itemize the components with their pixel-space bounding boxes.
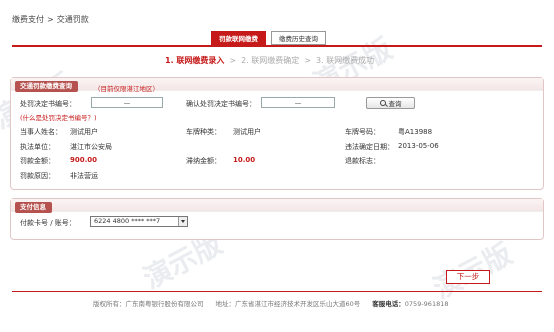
plate-no-value: 粤A13988	[398, 128, 433, 136]
panel-title: 支付信息	[15, 202, 52, 213]
vehicle-type-value: 测试用户	[233, 128, 261, 136]
breadcrumb-current: 交通罚款	[56, 15, 89, 24]
step-1: 1. 联网缴费录入	[165, 56, 225, 65]
header-divider	[12, 45, 542, 47]
card-no-label: 付款卡号 / 账号：	[20, 219, 76, 227]
refund-flag-label: 退款标志：	[345, 157, 380, 165]
penalty-query-panel: 交通罚款缴费查询 （目前仅限湛江地区） 处罚决定书编号： 确认处罚决定书编号： …	[10, 77, 544, 190]
chevron-down-icon[interactable]	[178, 217, 187, 226]
late-fee-value: 10.00	[233, 156, 256, 164]
panel-title: 交通罚款缴费查询	[15, 81, 78, 92]
step-arrow: >	[304, 56, 311, 65]
violation-date-label: 违法确定日期：	[345, 143, 394, 151]
breadcrumb-separator: >	[47, 15, 54, 24]
vehicle-type-label: 车牌种类：	[186, 128, 221, 136]
late-fee-label: 滞纳金额：	[186, 157, 221, 165]
footer-address: 地址：广东省湛江市经济技术开发区乐山大道60号	[215, 300, 361, 308]
enforcer-label: 执法单位：	[20, 143, 55, 151]
decision-no-help-link[interactable]: (什么是处罚决定书编号？)	[20, 112, 97, 122]
breadcrumb-parent[interactable]: 缴费支付	[12, 15, 44, 24]
enforcer-value: 湛江市公安局	[70, 143, 112, 151]
footer-copyright: 版权所有：广东南粤银行股份有限公司	[93, 300, 204, 308]
reason-label: 罚款原因：	[20, 172, 55, 180]
step-2: 2. 联网缴费确定	[241, 56, 300, 65]
confirm-no-label: 确认处罚决定书编号：	[186, 100, 256, 108]
query-button-label: 查询	[388, 100, 402, 108]
footer-hotline: 0759-961818	[404, 300, 449, 308]
party-name-label: 当事人姓名：	[20, 128, 62, 136]
card-no-selected: 6224 4800 **** ***7	[94, 217, 161, 225]
breadcrumb: 缴费支付 > 交通罚款	[12, 14, 89, 25]
footer: 版权所有：广东南粤银行股份有限公司 地址：广东省湛江市经济技术开发区乐山大道60号…	[93, 298, 448, 308]
search-icon	[379, 100, 386, 106]
fine-value: 900.00	[70, 156, 98, 164]
panel-header-bar	[11, 78, 543, 91]
payment-info-panel: 支付信息 付款卡号 / 账号： 6224 4800 **** ***7	[10, 198, 544, 240]
query-button[interactable]: 查询	[366, 97, 415, 109]
tab-online-payment[interactable]: 罚款联网缴费	[211, 31, 266, 45]
region-note: （目前仅限湛江地区）	[94, 85, 159, 93]
footer-divider	[12, 291, 542, 292]
step-indicator: 1. 联网缴费录入 >2. 联网缴费确定 >3. 联网缴费成功	[165, 55, 374, 66]
decision-no-label: 处罚决定书编号：	[20, 100, 76, 108]
step-3: 3. 联网缴费成功	[315, 56, 375, 65]
decision-no-input[interactable]	[91, 97, 163, 108]
card-no-select[interactable]: 6224 4800 **** ***7	[90, 216, 188, 227]
next-button[interactable]: 下一步	[446, 270, 490, 284]
tab-bar: 罚款联网缴费 缴费历史查询	[211, 31, 326, 45]
step-arrow: >	[229, 56, 237, 65]
plate-no-label: 车牌号码：	[345, 128, 380, 136]
party-name-value: 测试用户	[70, 128, 98, 136]
tab-payment-history[interactable]: 缴费历史查询	[271, 31, 326, 45]
reason-value: 非法营运	[70, 172, 98, 180]
footer-hotline-label: 客服电话：	[372, 300, 405, 308]
confirm-no-input[interactable]	[261, 97, 335, 108]
fine-label: 罚款金额：	[20, 157, 55, 165]
violation-date-value: 2013-05-06	[398, 142, 439, 150]
panel-header-bar	[11, 199, 543, 212]
